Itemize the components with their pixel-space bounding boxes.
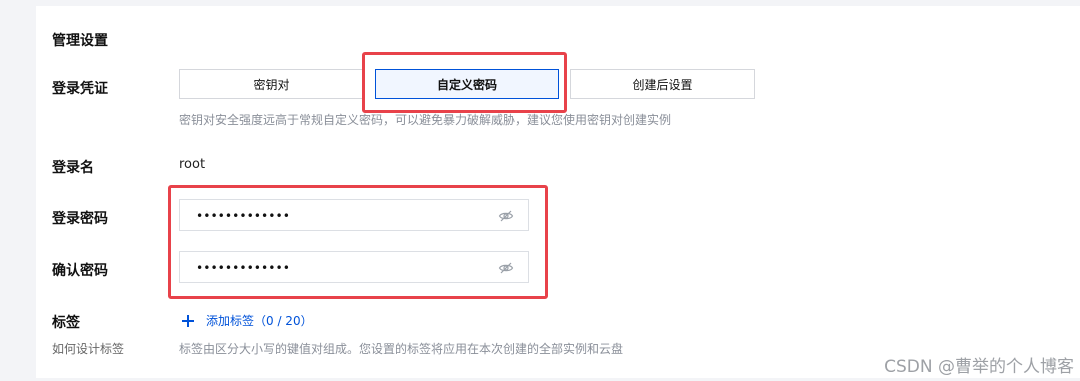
login-password-input[interactable]: •••••••••••••: [179, 199, 529, 231]
credential-hint: 密钥对安全强度远高于常规自定义密码，可以避免暴力破解威胁，建议您使用密钥对创建实…: [179, 113, 672, 127]
option-set-after-creation-label: 创建后设置: [632, 77, 693, 92]
option-set-after-creation[interactable]: 创建后设置: [570, 69, 755, 99]
how-to-design-tags-link[interactable]: 如何设计标签: [52, 340, 124, 357]
plus-icon: [180, 313, 196, 329]
confirm-password-label: 确认密码: [52, 263, 108, 279]
option-key-pair[interactable]: 密钥对: [179, 69, 364, 99]
login-name-label: 登录名: [52, 160, 94, 176]
confirm-password-value: •••••••••••••: [196, 261, 290, 275]
option-custom-password[interactable]: 自定义密码: [375, 69, 559, 99]
login-password-value: •••••••••••••: [196, 209, 290, 223]
eye-off-icon[interactable]: [498, 260, 514, 276]
watermark: CSDN @曹举的个人博客: [884, 357, 1074, 377]
confirm-password-input[interactable]: •••••••••••••: [179, 251, 529, 283]
eye-off-icon[interactable]: [498, 208, 514, 224]
option-key-pair-label: 密钥对: [253, 77, 290, 92]
login-password-label: 登录密码: [52, 211, 108, 227]
login-credential-label: 登录凭证: [52, 81, 108, 97]
login-name-value: root: [179, 157, 206, 172]
option-custom-password-label: 自定义密码: [436, 77, 497, 92]
add-tag-label: 添加标签（0 / 20）: [206, 314, 313, 328]
add-tag-button[interactable]: 添加标签（0 / 20）: [180, 312, 313, 329]
tags-label: 标签: [52, 315, 80, 331]
tags-hint: 标签由区分大小写的键值对组成。您设置的标签将应用在本次创建的全部实例和云盘: [179, 342, 624, 356]
section-title: 管理设置: [52, 33, 108, 49]
